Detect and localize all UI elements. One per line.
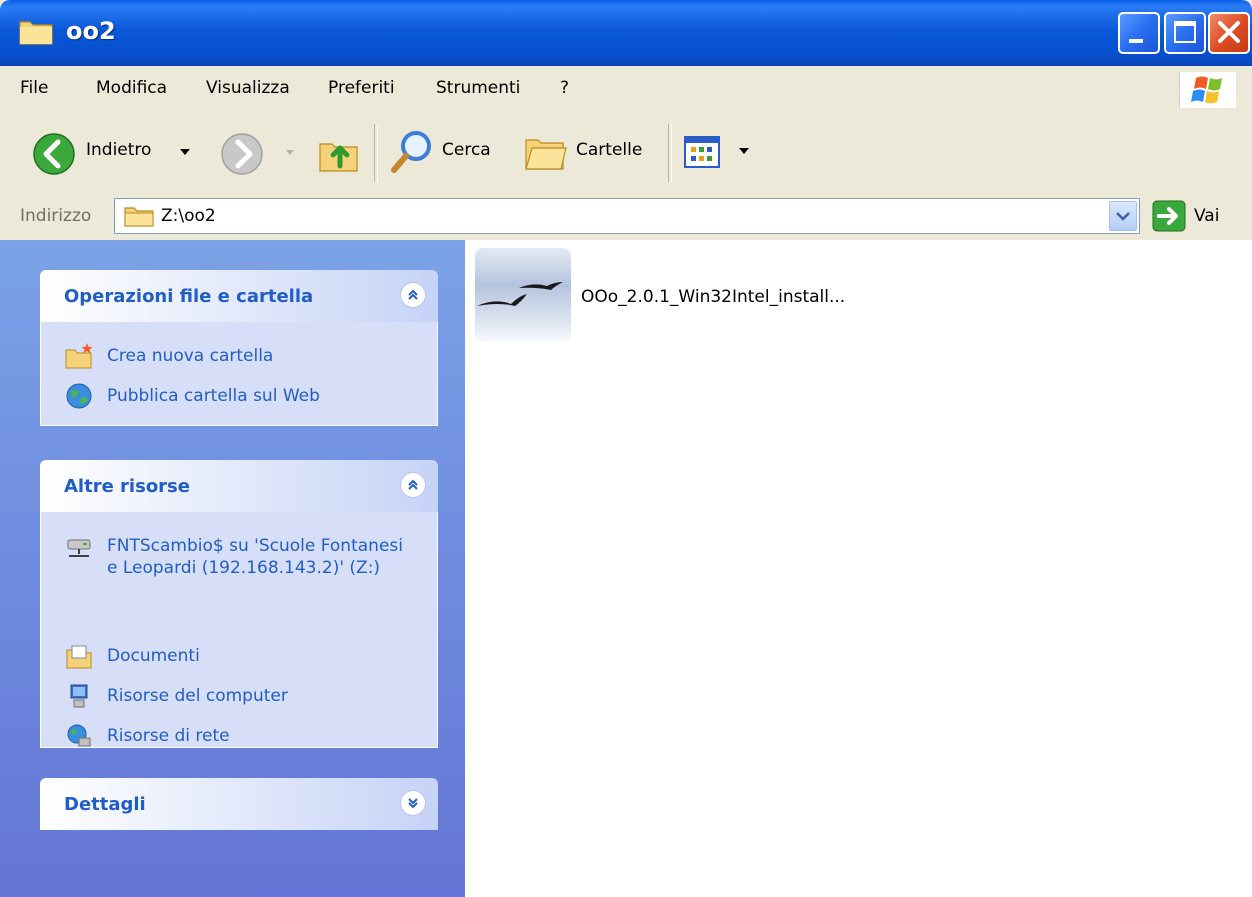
place-label: Risorse di rete xyxy=(107,726,230,746)
place-label: Risorse del computer xyxy=(107,686,288,706)
task-new-folder[interactable]: Crea nuova cartella xyxy=(41,336,437,376)
computer-icon xyxy=(70,684,88,708)
maximize-button[interactable] xyxy=(1164,12,1206,54)
window-title: oo2 xyxy=(66,17,116,45)
task-publish-web[interactable]: Pubblica cartella sul Web xyxy=(41,376,437,416)
other-places-panel: Altre risorse FNTScambio$ su 'Scuole Fon… xyxy=(40,460,438,748)
place-network-drive[interactable]: FNTScambio$ su 'Scuole Fontanesi e Leopa… xyxy=(41,526,437,636)
new-folder-icon xyxy=(65,343,93,369)
menu-preferiti[interactable]: Preferiti xyxy=(328,78,395,98)
chevron-down-icon[interactable] xyxy=(178,146,192,158)
panel-title: Operazioni file e cartella xyxy=(64,286,314,307)
place-label: Documenti xyxy=(107,646,200,666)
place-network[interactable]: Risorse di rete xyxy=(41,716,437,756)
toolbar: Indietro Cerca Cartelle xyxy=(0,112,1252,195)
panel-title: Dettagli xyxy=(64,794,146,815)
close-icon xyxy=(1218,21,1240,43)
toolbar-separator xyxy=(374,124,378,182)
folders-icon[interactable] xyxy=(522,130,570,174)
menu-strumenti[interactable]: Strumenti xyxy=(436,78,520,98)
place-label: FNTScambio$ su 'Scuole Fontanesi e Leopa… xyxy=(107,536,403,578)
views-icon[interactable] xyxy=(684,136,720,168)
minimize-icon xyxy=(1129,39,1143,43)
menu-help[interactable]: ? xyxy=(560,78,569,98)
file-item[interactable]: OOo_2.0.1_Win32Intel_install... xyxy=(465,240,965,350)
go-button[interactable]: Vai xyxy=(1194,206,1219,226)
close-button[interactable] xyxy=(1208,12,1250,54)
documents-folder-icon xyxy=(66,645,92,669)
address-input[interactable]: Z:\oo2 xyxy=(114,198,1140,234)
chevron-down-icon xyxy=(1116,212,1130,221)
task-pane: Operazioni file e cartella Crea nuova ca… xyxy=(0,240,465,897)
address-label: Indirizzo xyxy=(20,206,92,226)
explorer-window: oo2 File Modifica Visualizza Preferiti S… xyxy=(0,0,1252,897)
double-chevron-down-icon xyxy=(408,798,418,809)
double-chevron-up-icon xyxy=(408,479,418,490)
windows-logo xyxy=(1179,72,1236,108)
back-button[interactable]: Indietro xyxy=(86,140,151,160)
network-places-icon xyxy=(67,724,91,747)
folder-icon xyxy=(19,21,53,45)
address-bar: Indirizzo Z:\oo2 Vai xyxy=(0,194,1252,242)
windows-flag-icon xyxy=(1191,76,1222,104)
menu-bar: File Modifica Visualizza Preferiti Strum… xyxy=(0,66,1252,113)
place-my-computer[interactable]: Risorse del computer xyxy=(41,676,437,716)
go-arrow-icon[interactable] xyxy=(1152,200,1186,232)
panel-header[interactable]: Altre risorse xyxy=(40,460,438,512)
maximize-icon xyxy=(1174,21,1196,43)
folder-icon xyxy=(124,207,154,227)
minimize-button[interactable] xyxy=(1118,12,1160,54)
place-documents[interactable]: Documenti xyxy=(41,636,437,676)
back-arrow-icon[interactable] xyxy=(32,132,76,176)
globe-icon xyxy=(66,383,92,409)
search-button[interactable]: Cerca xyxy=(442,140,491,160)
panel-body: FNTScambio$ su 'Scuole Fontanesi e Leopa… xyxy=(40,512,438,748)
network-drive-icon xyxy=(67,539,91,557)
address-dropdown-button[interactable] xyxy=(1109,201,1137,231)
collapse-button[interactable] xyxy=(400,472,426,498)
details-panel: Dettagli xyxy=(40,778,438,830)
task-label: Pubblica cartella sul Web xyxy=(107,386,320,406)
collapse-button[interactable] xyxy=(400,282,426,308)
panel-header[interactable]: Dettagli xyxy=(40,778,438,830)
title-bar[interactable]: oo2 xyxy=(0,0,1252,66)
expand-button[interactable] xyxy=(400,790,426,816)
panel-body: Crea nuova cartella Pubblica cartella su… xyxy=(40,322,438,426)
task-label: Crea nuova cartella xyxy=(107,346,274,366)
menu-visualizza[interactable]: Visualizza xyxy=(206,78,290,98)
folders-button[interactable]: Cartelle xyxy=(576,140,642,160)
panel-title: Altre risorse xyxy=(64,476,190,497)
chevron-down-icon[interactable] xyxy=(284,148,296,158)
menu-file[interactable]: File xyxy=(20,78,48,98)
forward-arrow-icon[interactable] xyxy=(220,132,264,176)
openoffice-installer-icon xyxy=(475,248,571,342)
search-icon[interactable] xyxy=(388,128,436,176)
file-list-area[interactable]: OOo_2.0.1_Win32Intel_install... xyxy=(465,240,1252,897)
double-chevron-up-icon xyxy=(408,289,418,300)
file-name: OOo_2.0.1_Win32Intel_install... xyxy=(581,287,846,307)
chevron-down-icon[interactable] xyxy=(738,146,750,156)
menu-modifica[interactable]: Modifica xyxy=(96,78,167,98)
address-value: Z:\oo2 xyxy=(161,206,216,226)
file-folder-tasks-panel: Operazioni file e cartella Crea nuova ca… xyxy=(40,270,438,426)
panel-header[interactable]: Operazioni file e cartella xyxy=(40,270,438,322)
toolbar-separator xyxy=(668,124,672,182)
up-folder-icon[interactable] xyxy=(316,130,362,176)
